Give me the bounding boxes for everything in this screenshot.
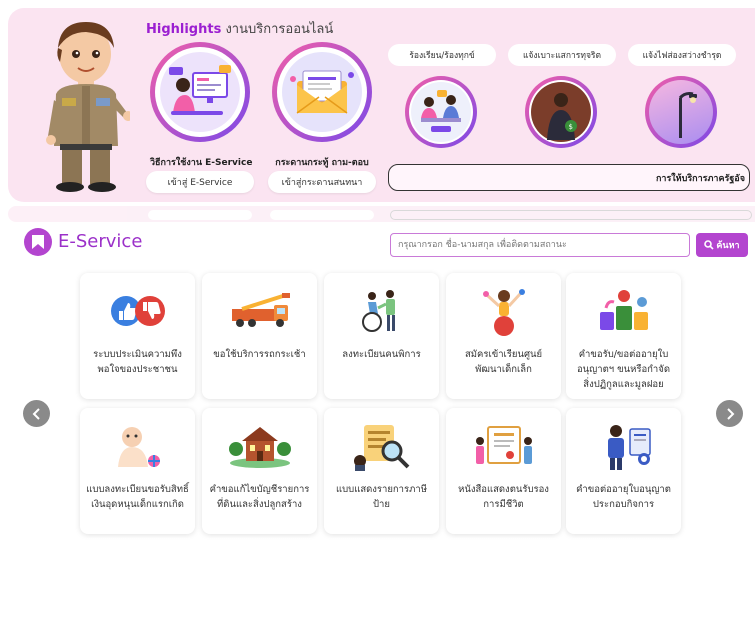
enter-qa-board-button[interactable]: เข้าสู่กระดานสนทนา (268, 171, 376, 193)
street-lamp-icon (678, 92, 697, 138)
highlights-title: Highlights งานบริการออนไลน์ (146, 18, 333, 39)
service-label: ขอใช้บริการรถกระเช้า (213, 349, 306, 360)
service-label: คำขอต่ออายุใบอนุญาตประกอบกิจการ (576, 484, 671, 510)
mascot-illustration (46, 22, 130, 192)
service-label: ระบบประเมินความพึงพอใจของประชาชน (93, 349, 182, 375)
service-label: แบบลงทะเบียนขอรับสิทธิ์เงินอุดหนุนเด็กแร… (86, 484, 189, 510)
service-label: สมัครเข้าเรียนศูนย์พัฒนาเด็กเล็ก (464, 349, 543, 375)
service-card-business-license[interactable]: คำขอต่ออายุใบอนุญาตประกอบกิจการ (566, 408, 681, 534)
service-label: คำขอแก้ไขบัญชีรายการที่ดินและสิ่งปลูกสร้… (209, 484, 310, 510)
status-search-input[interactable] (390, 233, 690, 257)
waste-icon (599, 290, 648, 330)
smart-government-box[interactable]: การให้บริการภาครัฐอัจ (388, 164, 750, 191)
highlights-title-rest: งานบริการออนไลน์ (221, 22, 334, 37)
report-corruption-button[interactable]: แจ้งเบาะแสการทุจริต (508, 44, 616, 66)
chevron-left-icon (32, 407, 40, 420)
search-button-label: ค้นหา (716, 241, 740, 251)
page: Highlights งานบริการออนไลน์ วิธีการใช้งา… (0, 0, 755, 626)
service-card-satisfaction[interactable]: ระบบประเมินความพึงพอใจของประชาชน (80, 273, 195, 399)
carousel-next-button[interactable] (716, 400, 743, 427)
complaint-meeting-icon (411, 82, 471, 142)
complaint-card[interactable] (405, 76, 477, 148)
service-card-disabled-registration[interactable]: ลงทะเบียนคนพิการ (324, 273, 439, 399)
certificate-icon (475, 426, 532, 464)
service-label: ลงทะเบียนคนพิการ (342, 349, 421, 360)
envelope-icon (282, 52, 362, 132)
complaint-button[interactable]: ร้องเรียน/ร้องทุกข์ (388, 44, 496, 66)
qa-board-label: กระดานกระทู้ ถาม-ตอบ (275, 158, 369, 168)
howto-eservice-label: วิธีการใช้งาน E-Service (150, 158, 253, 168)
service-card-signboard-tax[interactable]: แบบแสดงรายการภาษีป้าย (324, 408, 439, 534)
service-label: หนังสือแสดงตนรับรองการมีชีวิต (458, 484, 549, 510)
tax-sign-icon (353, 425, 409, 471)
bookmark-icon (32, 235, 44, 249)
search-icon (704, 240, 714, 250)
enter-eservice-button[interactable]: เข้าสู่ E-Service (146, 171, 254, 193)
banner-overflow (8, 206, 755, 222)
corruption-card[interactable]: $ (525, 76, 597, 148)
wheelchair-icon (361, 290, 395, 332)
faded-overflow (0, 538, 755, 626)
report-streetlight-button[interactable]: แจ้งไฟส่องสว่างชำรุด (628, 44, 736, 66)
eservice-title: E-Service (58, 231, 143, 252)
baby-icon (117, 427, 160, 467)
service-card-crane-truck[interactable]: ขอใช้บริการรถกระเช้า (202, 273, 317, 399)
chevron-right-icon (726, 407, 734, 420)
corruption-icon: $ (531, 82, 591, 142)
service-label: แบบแสดงรายการภาษีป้าย (336, 484, 427, 510)
highlights-title-accent: Highlights (146, 22, 222, 37)
crane-truck-icon (231, 293, 290, 327)
computer-user-icon (160, 52, 240, 132)
thumbs-rating-icon (110, 296, 165, 326)
land-building-icon (228, 427, 291, 468)
service-card-child-center[interactable]: สมัครเข้าเรียนศูนย์พัฒนาเด็กเล็ก (446, 273, 561, 399)
service-label: คำขอรับ/ขอต่ออายุใบอนุญาตฯ ขนหรือกำจัดสิ… (576, 349, 671, 390)
search-button[interactable]: ค้นหา (696, 233, 748, 257)
service-card-life-certificate[interactable]: หนังสือแสดงตนรับรองการมีชีวิต (446, 408, 561, 534)
service-card-land-building[interactable]: คำขอแก้ไขบัญชีรายการที่ดินและสิ่งปลูกสร้… (202, 408, 317, 534)
eservice-logo (24, 228, 52, 256)
service-card-waste-license[interactable]: คำขอรับ/ขอต่ออายุใบอนุญาตฯ ขนหรือกำจัดสิ… (566, 273, 681, 399)
child-play-icon (482, 289, 525, 336)
carousel-prev-button[interactable] (23, 400, 50, 427)
business-license-icon (607, 425, 651, 470)
streetlight-card[interactable] (645, 76, 717, 148)
qa-board-card[interactable] (272, 42, 372, 142)
svg-text:$: $ (569, 123, 573, 131)
howto-eservice-card[interactable] (150, 42, 250, 142)
service-card-newborn-subsidy[interactable]: แบบลงทะเบียนขอรับสิทธิ์เงินอุดหนุนเด็กแร… (80, 408, 195, 534)
